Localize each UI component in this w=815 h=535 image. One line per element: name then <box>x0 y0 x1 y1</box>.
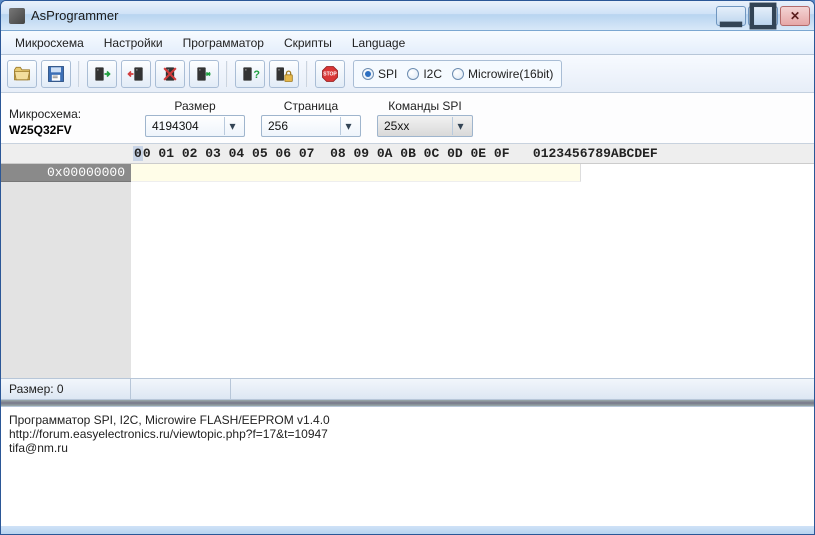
toolbar-separator <box>78 61 80 87</box>
page-label: Страница <box>261 99 361 113</box>
close-icon: ✕ <box>790 9 800 23</box>
radio-i2c-label: I2C <box>423 67 442 81</box>
log-panel[interactable]: Программатор SPI, I2C, Microwire FLASH/E… <box>1 406 814 526</box>
status-cell-2 <box>131 379 231 399</box>
cmd-value: 25xx <box>384 119 452 133</box>
address-column: 0x00000000 <box>1 144 131 378</box>
window-title: AsProgrammer <box>31 8 716 23</box>
menu-programmer[interactable]: Программатор <box>175 34 272 52</box>
radio-microwire-label: Microwire(16bit) <box>468 67 553 81</box>
maximize-button[interactable] <box>748 6 778 26</box>
chip-verify-icon <box>194 64 214 84</box>
log-line-1: Программатор SPI, I2C, Microwire FLASH/E… <box>9 413 330 427</box>
radio-dot-icon <box>407 68 419 80</box>
chip-write-icon <box>126 64 146 84</box>
write-chip-button[interactable] <box>121 60 151 88</box>
chevron-down-icon: ▾ <box>452 117 468 135</box>
toolbar-separator <box>226 61 228 87</box>
minimize-button[interactable] <box>716 6 746 26</box>
floppy-icon <box>46 64 66 84</box>
folder-open-icon <box>12 64 32 84</box>
hex-row <box>131 164 581 182</box>
verify-chip-button[interactable] <box>189 60 219 88</box>
chip-lock-icon <box>274 64 294 84</box>
radio-i2c[interactable]: I2C <box>407 67 442 81</box>
radio-microwire[interactable]: Microwire(16bit) <box>452 67 553 81</box>
hex-viewer: 0x00000000 00 01 02 03 04 05 06 07 08 09… <box>1 143 814 378</box>
status-cell-3 <box>231 379 814 399</box>
cmd-combo[interactable]: 25xx ▾ <box>377 115 473 137</box>
protocol-group: SPI I2C Microwire(16bit) <box>353 60 562 88</box>
open-button[interactable] <box>7 60 37 88</box>
stop-button[interactable]: STOP <box>315 60 345 88</box>
hex-header-a: 0 01 02 03 04 05 06 07 <box>143 146 315 161</box>
toolbar: ? STOP SPI I2C <box>1 55 814 93</box>
chevron-down-icon: ▾ <box>340 117 356 135</box>
param-page: Страница 256 ▾ <box>261 99 361 137</box>
address-cell: 0x00000000 <box>1 164 131 182</box>
address-header <box>1 144 131 164</box>
chip-info-icon: ? <box>240 64 260 84</box>
page-value: 256 <box>268 119 340 133</box>
menu-language[interactable]: Language <box>344 34 413 52</box>
status-size: Размер: 0 <box>1 379 131 399</box>
radio-dot-icon <box>452 68 464 80</box>
radio-spi-label: SPI <box>378 67 397 81</box>
param-size: Размер 4194304 ▾ <box>145 99 245 137</box>
close-button[interactable]: ✕ <box>780 6 810 26</box>
size-value: 4194304 <box>152 119 224 133</box>
chevron-down-icon: ▾ <box>224 117 240 135</box>
titlebar: AsProgrammer ✕ <box>1 1 814 31</box>
hex-header: 00 01 02 03 04 05 06 07 08 09 0A 0B 0C 0… <box>131 144 814 164</box>
chip-label: Микросхема: <box>9 107 129 121</box>
hex-header-b: 08 09 0A 0B 0C 0D 0E 0F <box>330 146 509 161</box>
toolbar-separator <box>306 61 308 87</box>
maximize-icon <box>749 2 777 30</box>
erase-chip-button[interactable] <box>155 60 185 88</box>
save-button[interactable] <box>41 60 71 88</box>
svg-text:?: ? <box>253 69 260 81</box>
read-chip-button[interactable] <box>87 60 117 88</box>
size-combo[interactable]: 4194304 ▾ <box>145 115 245 137</box>
chip-lock-button[interactable] <box>269 60 299 88</box>
menu-chip[interactable]: Микросхема <box>7 34 92 52</box>
param-chip: Микросхема: W25Q32FV <box>9 107 129 137</box>
size-label: Размер <box>145 99 245 113</box>
app-icon <box>9 8 25 24</box>
hex-header-ascii: 0123456789ABCDEF <box>533 146 658 161</box>
page-combo[interactable]: 256 ▾ <box>261 115 361 137</box>
radio-spi[interactable]: SPI <box>362 67 397 81</box>
chip-info-button[interactable]: ? <box>235 60 265 88</box>
hex-grid[interactable]: 00 01 02 03 04 05 06 07 08 09 0A 0B 0C 0… <box>131 144 814 378</box>
param-cmd: Команды SPI 25xx ▾ <box>377 99 473 137</box>
radio-dot-icon <box>362 68 374 80</box>
menu-scripts[interactable]: Скрипты <box>276 34 340 52</box>
cmd-label: Команды SPI <box>377 99 473 113</box>
chip-read-icon <box>92 64 112 84</box>
log-line-2: http://forum.easyelectronics.ru/viewtopi… <box>9 427 328 441</box>
minimize-icon <box>717 2 745 30</box>
statusbar: Размер: 0 <box>1 378 814 400</box>
params-row: Микросхема: W25Q32FV Размер 4194304 ▾ Ст… <box>1 93 814 143</box>
chip-erase-icon <box>160 64 180 84</box>
stop-icon: STOP <box>320 64 340 84</box>
menubar: Микросхема Настройки Программатор Скрипт… <box>1 31 814 55</box>
svg-text:STOP: STOP <box>323 71 337 77</box>
chip-value: W25Q32FV <box>9 123 129 137</box>
window-controls: ✕ <box>716 6 810 26</box>
log-line-3: tifa@nm.ru <box>9 441 68 455</box>
app-window: AsProgrammer ✕ Микросхема Настройки Прог… <box>0 0 815 535</box>
menu-settings[interactable]: Настройки <box>96 34 171 52</box>
window-bottom-border <box>1 526 814 534</box>
